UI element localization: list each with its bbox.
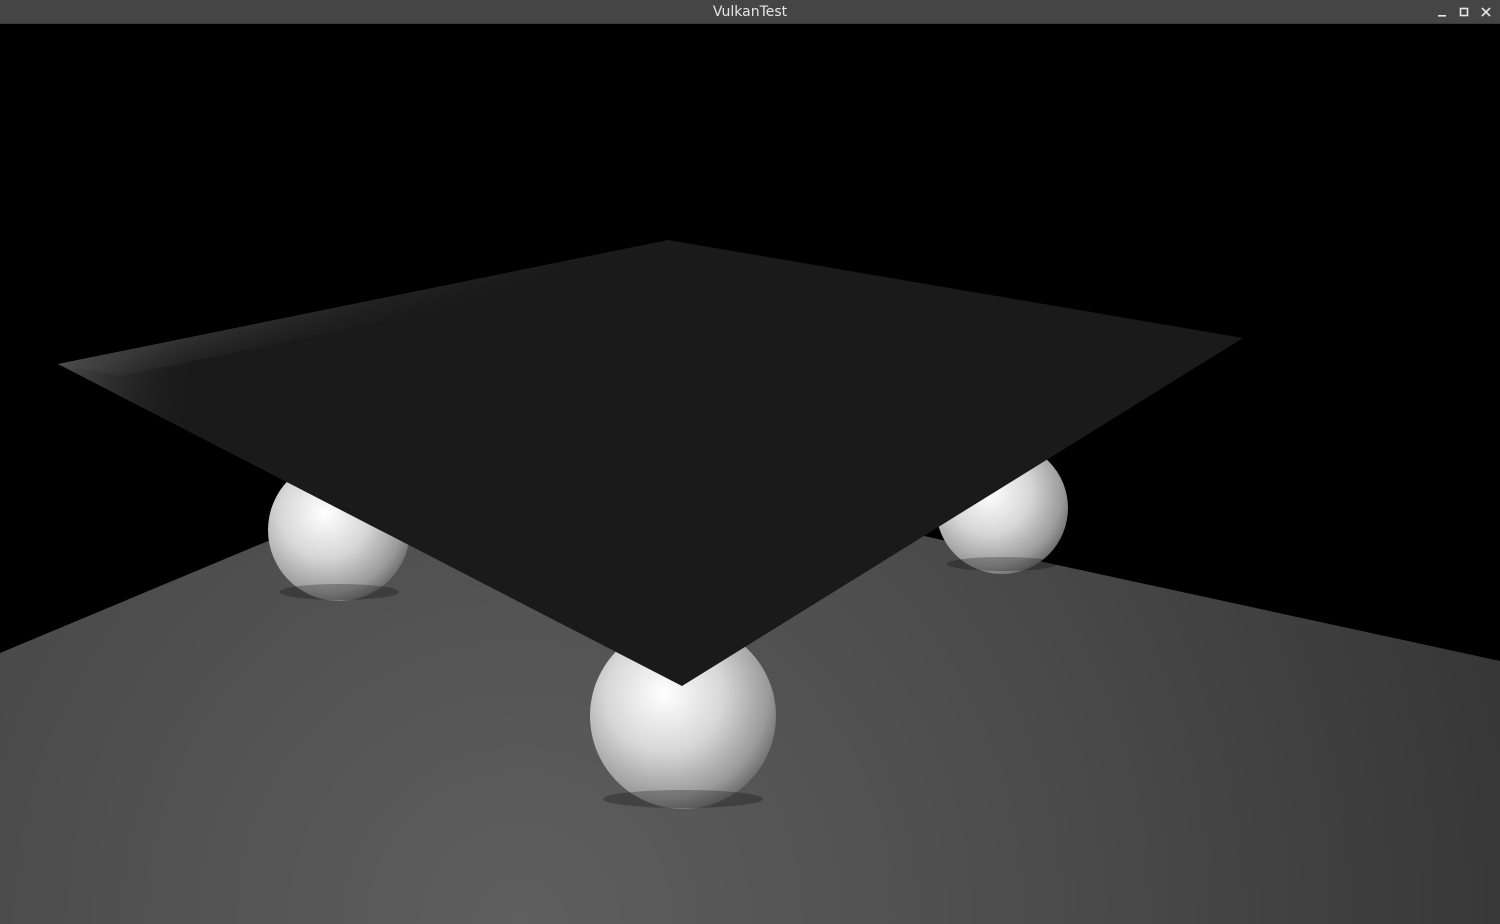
close-icon (1481, 7, 1491, 17)
maximize-button[interactable] (1458, 6, 1470, 18)
minimize-icon (1438, 15, 1446, 17)
maximize-icon (1459, 7, 1469, 17)
titlebar[interactable]: VulkanTest (0, 0, 1500, 24)
window-title: VulkanTest (712, 4, 788, 20)
scene-render (0, 240, 1500, 924)
app-window: VulkanTest (0, 0, 1500, 924)
close-button[interactable] (1480, 6, 1492, 18)
window-controls (1436, 0, 1492, 24)
render-viewport[interactable] (0, 24, 1500, 924)
minimize-button[interactable] (1436, 6, 1448, 18)
